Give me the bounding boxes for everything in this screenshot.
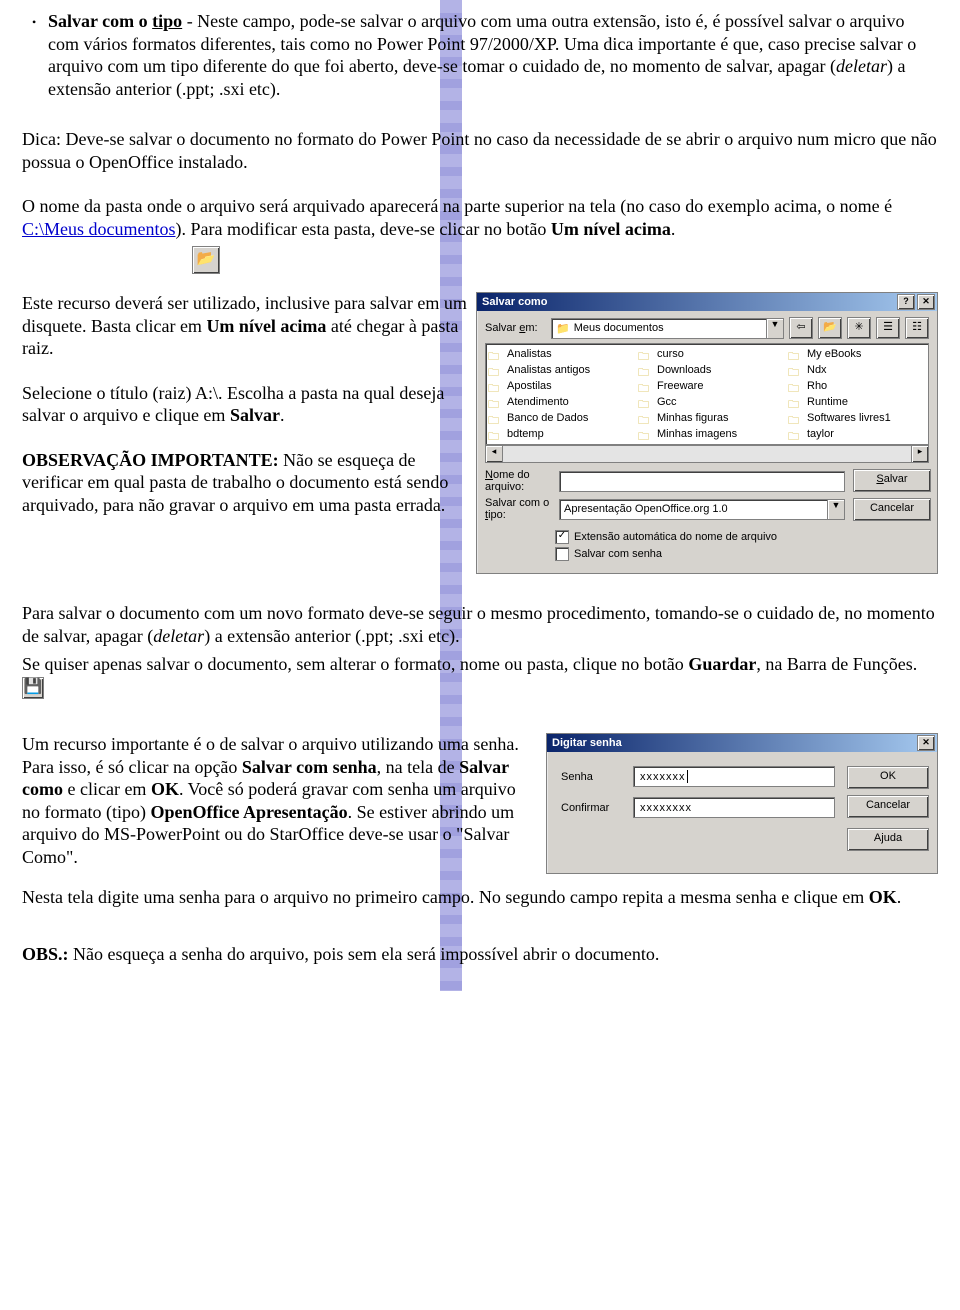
para-nome-pasta: O nome da pasta onde o arquivo será arqu…	[22, 195, 938, 240]
list-item[interactable]: 🗀Minhas imagens	[638, 426, 788, 442]
salvar-em-label: Salvar em:	[485, 322, 551, 334]
folder-icon: 🗀	[488, 348, 504, 360]
nome-arquivo-label: Nome doarquivo:	[485, 469, 559, 493]
save-icon: 💾	[22, 677, 44, 699]
list-item[interactable]: 🗀Banco de Dados	[488, 410, 638, 426]
save-button[interactable]: Salvar	[853, 469, 931, 492]
para-salvar-tipo: Salvar com o tipo - Neste campo, pode-se…	[48, 10, 938, 100]
list-item[interactable]: 🗀My eBooks	[788, 346, 938, 362]
salvar-em-value: Meus documentos	[574, 322, 766, 334]
folder-icon: 🗀	[638, 412, 654, 424]
para-digite-senha: Nesta tela digite uma senha para o arqui…	[22, 886, 938, 909]
confirmar-label: Confirmar	[561, 802, 633, 814]
save-with-password-label: Salvar com senha	[574, 548, 662, 560]
list-item[interactable]: 🗀Analistas	[488, 346, 638, 362]
auto-extension-checkbox[interactable]: ✓ Extensão automática do nome de arquivo	[555, 530, 929, 544]
folder-icon: 🗀	[638, 428, 654, 440]
folder-icon: 🗀	[788, 348, 804, 360]
chevron-down-icon[interactable]: ▼	[766, 319, 783, 338]
para-dica: Dica: Deve-se salvar o documento no form…	[22, 128, 938, 173]
list-item[interactable]: 🗀taylor	[788, 426, 938, 442]
folder-icon: 📁	[556, 322, 570, 335]
scroll-track[interactable]	[503, 446, 911, 462]
salvar-em-combo[interactable]: 📁 Meus documentos ▼	[551, 318, 784, 339]
list-item[interactable]: 🗀Minhas figuras	[638, 410, 788, 426]
dialog-titlebar: Digitar senha ✕	[547, 734, 937, 752]
scroll-left-icon[interactable]: ◂	[486, 446, 503, 462]
password-dialog: Digitar senha ✕ Senha xxxxxxx Confirmar …	[546, 733, 938, 874]
folder-icon: 🗀	[488, 364, 504, 376]
link-meus-documentos[interactable]: C:\Meus documentos	[22, 219, 176, 239]
checkbox-icon: ✓	[555, 530, 569, 544]
close-icon[interactable]: ✕	[917, 735, 935, 751]
folder-icon: 🗀	[488, 380, 504, 392]
senha-label: Senha	[561, 771, 633, 783]
list-item[interactable]: 🗀Runtime	[788, 394, 938, 410]
dialog-titlebar: Salvar como ? ✕	[477, 293, 937, 311]
filename-input[interactable]	[559, 471, 845, 492]
save-as-dialog: Salvar como ? ✕ Salvar em: 📁 Meus docume…	[476, 292, 938, 574]
list-item[interactable]: 🗀Atendimento	[488, 394, 638, 410]
para-guardar: Se quiser apenas salvar o documento, sem…	[22, 653, 938, 699]
folder-icon: 🗀	[638, 396, 654, 408]
dialog-title: Digitar senha	[549, 737, 915, 749]
new-folder-icon[interactable]: ✳	[847, 317, 871, 339]
password-input[interactable]: xxxxxxx	[633, 766, 835, 787]
help-button[interactable]: Ajuda	[847, 828, 929, 851]
folder-icon: 🗀	[638, 364, 654, 376]
back-icon[interactable]: ⇦	[789, 317, 813, 339]
folder-icon: 🗀	[488, 396, 504, 408]
dialog-title: Salvar como	[479, 296, 895, 308]
list-item[interactable]: 🗀Ndx	[788, 362, 938, 378]
details-view-icon[interactable]: ☷	[905, 317, 929, 339]
folder-icon: 🗀	[788, 364, 804, 376]
folder-icon: 🗀	[788, 396, 804, 408]
cancel-button[interactable]: Cancelar	[847, 795, 929, 818]
list-item[interactable]: 🗀Freeware	[638, 378, 788, 394]
horizontal-scrollbar[interactable]: ◂ ▸	[485, 445, 929, 463]
salvar-tipo-label: Salvar com otipo:	[485, 497, 559, 521]
folder-icon: 🗀	[488, 428, 504, 440]
list-item[interactable]: 🗀bdtemp	[488, 426, 638, 442]
list-item[interactable]: 🗀Rho	[788, 378, 938, 394]
list-view-icon[interactable]: ☰	[876, 317, 900, 339]
up-one-level-icon[interactable]: 📂	[818, 317, 842, 339]
para-novo-formato: Para salvar o documento com um novo form…	[22, 602, 938, 647]
chevron-down-icon[interactable]: ▼	[827, 500, 844, 519]
folder-listbox[interactable]: 🗀Analistas 🗀Analistas antigos 🗀Apostilas…	[485, 343, 929, 445]
folder-icon: 🗀	[638, 380, 654, 392]
list-item[interactable]: 🗀Apostilas	[488, 378, 638, 394]
confirm-password-input[interactable]: xxxxxxxx	[633, 797, 835, 818]
para-obs: OBS.: Não esqueça a senha do arquivo, po…	[22, 943, 938, 966]
list-item[interactable]: 🗀Downloads	[638, 362, 788, 378]
checkbox-icon	[555, 547, 569, 561]
list-item[interactable]: 🗀curso	[638, 346, 788, 362]
ok-button[interactable]: OK	[847, 766, 929, 789]
save-type-combo[interactable]: Apresentação OpenOffice.org 1.0 ▼	[559, 499, 845, 520]
list-item[interactable]: 🗀Gcc	[638, 394, 788, 410]
folder-icon: 🗀	[488, 412, 504, 424]
list-item[interactable]: 🗀Softwares livres1	[788, 410, 938, 426]
folder-icon: 🗀	[788, 380, 804, 392]
help-button-icon[interactable]: ?	[897, 294, 915, 310]
close-icon[interactable]: ✕	[917, 294, 935, 310]
cancel-button[interactable]: Cancelar	[853, 498, 931, 521]
bullet-marker: •	[32, 10, 48, 106]
scroll-right-icon[interactable]: ▸	[911, 446, 928, 462]
save-with-password-checkbox[interactable]: Salvar com senha	[555, 547, 929, 561]
folder-icon: 🗀	[788, 412, 804, 424]
folder-icon: 🗀	[788, 428, 804, 440]
folder-icon: 🗀	[638, 348, 654, 360]
list-item[interactable]: 🗀Analistas antigos	[488, 362, 638, 378]
folder-up-icon: 📂	[192, 246, 938, 274]
bullet-item: • Salvar com o tipo - Neste campo, pode-…	[32, 10, 938, 106]
auto-extension-label: Extensão automática do nome de arquivo	[574, 531, 777, 543]
save-type-value: Apresentação OpenOffice.org 1.0	[564, 503, 827, 515]
